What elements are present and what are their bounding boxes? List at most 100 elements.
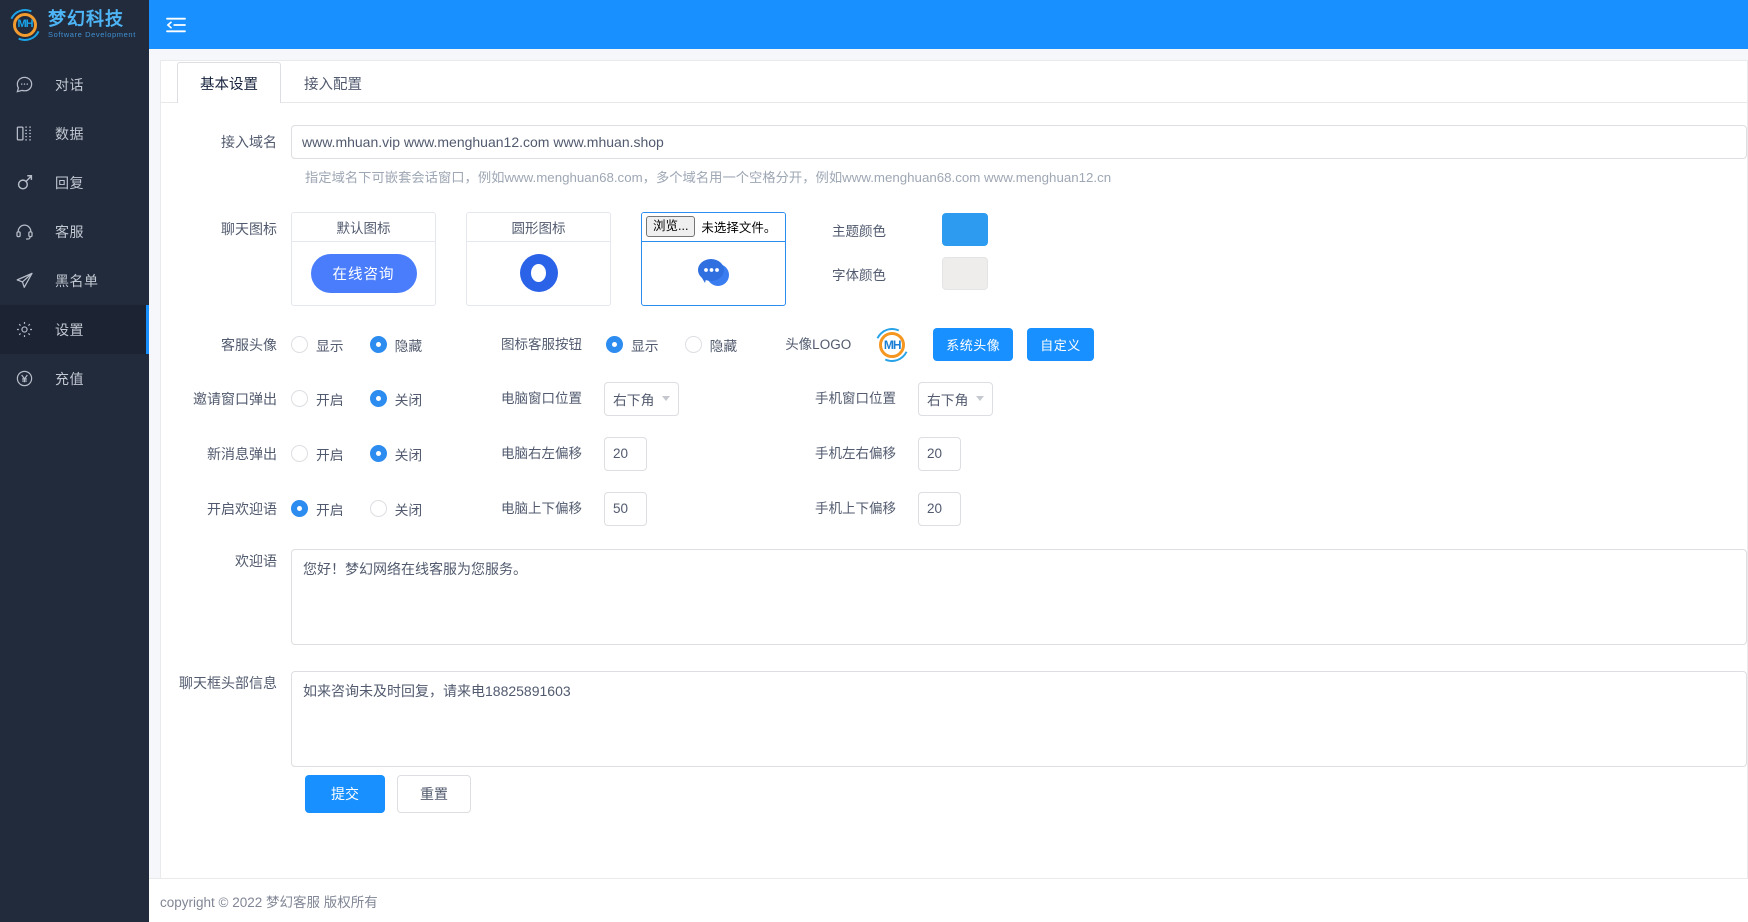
sidebar-item-settings[interactable]: 设置: [0, 305, 149, 354]
mobile-y-offset-input[interactable]: 20: [918, 491, 961, 526]
main-area: 基本设置 接入配置 接入域名 www.mhuan.vip www.menghua…: [149, 0, 1748, 922]
tab-bar: 基本设置 接入配置: [161, 61, 1747, 103]
new-msg-radio-group: 开启 关闭: [291, 444, 491, 464]
welcome-text-label: 欢迎语: [235, 552, 277, 569]
reply-icon: [14, 173, 34, 193]
mobile-window-pos-label: 手机窗口位置: [815, 390, 896, 406]
brand-logo[interactable]: MH 梦幻科技 Software Development: [0, 0, 149, 49]
domain-label: 接入域名: [221, 134, 277, 150]
radio-circle-icon: [291, 500, 308, 518]
sidebar-item-data[interactable]: 数据: [0, 109, 149, 158]
welcome-text-textarea[interactable]: 您好！梦幻网络在线客服为您服务。: [291, 548, 1747, 645]
sidebar-item-label: 设置: [55, 321, 84, 338]
mobile-x-offset-group: 手机左右偏移 20: [815, 436, 961, 471]
avatar-radio-show[interactable]: 显示: [291, 335, 344, 355]
send-icon: [14, 271, 34, 291]
chat-icon: [14, 75, 34, 95]
settings-panel: 基本设置 接入配置 接入域名 www.mhuan.vip www.menghua…: [160, 60, 1748, 922]
domain-input[interactable]: www.mhuan.vip www.menghuan12.com www.mhu…: [291, 125, 1747, 159]
chat-header-text-textarea[interactable]: 如来咨询未及时回复，请来电18825891603: [291, 670, 1747, 767]
brand-mark-text: MH: [17, 18, 33, 30]
tab-basic-settings[interactable]: 基本设置: [177, 62, 281, 103]
headset-icon: [14, 222, 34, 242]
sidebar-item-recharge[interactable]: 充值: [0, 354, 149, 403]
form-row-new-msg-popup: 新消息弹出 开启 关闭 电脑右左偏移 20 手机左右偏移 20: [161, 436, 1747, 471]
collapse-menu-icon[interactable]: [165, 16, 187, 34]
reset-button[interactable]: 重置: [397, 774, 471, 813]
mobile-window-pos-select[interactable]: 右下角: [918, 381, 993, 416]
chat-icon-card-custom[interactable]: 浏览... 未选择文件。: [641, 211, 786, 306]
chevron-down-icon: [976, 396, 984, 402]
radio-circle-icon: [684, 336, 702, 354]
form-row-chat-header-text: 聊天框头部信息 如来咨询未及时回复，请来电18825891603: [161, 670, 1747, 767]
sidebar-item-blacklist[interactable]: 黑名单: [0, 256, 149, 305]
avatar-logo-group: 头像LOGO MH 系统头像 自定义: [785, 323, 1094, 367]
radio-circle-icon: [369, 445, 387, 463]
welcome-enable-label: 开启欢迎语: [207, 500, 277, 517]
sidebar-item-label: 数据: [55, 125, 84, 142]
tab-access-config[interactable]: 接入配置: [281, 62, 385, 103]
custom-avatar-button[interactable]: 自定义: [1027, 328, 1094, 362]
brand-name-en: Software Development: [48, 30, 136, 40]
icon-service-radio-show[interactable]: 显示: [606, 335, 659, 355]
chat-icon-card-title: 圆形图标: [467, 213, 610, 242]
avatar-label: 客服头像: [221, 336, 277, 353]
system-avatar-button[interactable]: 系统头像: [933, 328, 1014, 362]
mobile-x-offset-input[interactable]: 20: [918, 436, 961, 471]
radio-label: 显示: [631, 338, 659, 354]
pc-x-offset-input[interactable]: 20: [604, 436, 647, 471]
chat-icon-card-preview: [467, 242, 610, 305]
new-msg-radio-on[interactable]: 开启: [291, 444, 344, 464]
pc-x-offset-label: 电脑右左偏移: [501, 445, 582, 461]
sidebar-item-service[interactable]: 客服: [0, 207, 149, 256]
sidebar-item-chat[interactable]: 对话: [0, 60, 149, 109]
theme-color-row: 主题颜色: [832, 208, 988, 252]
pc-y-offset-label: 电脑上下偏移: [501, 500, 582, 516]
chat-icon-card-default[interactable]: 默认图标 在线咨询: [291, 211, 436, 306]
theme-color-swatch[interactable]: [942, 213, 988, 247]
invite-radio-on[interactable]: 开启: [291, 389, 344, 409]
pc-x-offset-group: 电脑右左偏移 20: [501, 436, 647, 471]
browse-button[interactable]: 浏览...: [646, 216, 696, 238]
welcome-radio-off[interactable]: 关闭: [369, 499, 423, 519]
radio-label: 关闭: [394, 447, 423, 463]
pc-y-offset-input[interactable]: 50: [604, 491, 647, 526]
new-msg-radio-off[interactable]: 关闭: [369, 444, 423, 464]
avatar-logo-image: MH: [870, 323, 914, 367]
theme-color-label: 主题颜色: [832, 223, 886, 239]
font-color-label: 字体颜色: [832, 267, 886, 283]
font-color-swatch[interactable]: [942, 257, 988, 291]
radio-label: 关闭: [394, 502, 423, 518]
welcome-radio-on[interactable]: 开启: [291, 499, 344, 519]
new-msg-popup-label: 新消息弹出: [207, 445, 277, 462]
chat-icon-card-round[interactable]: 圆形图标: [466, 211, 611, 306]
avatar-radio-hide[interactable]: 隐藏: [369, 335, 423, 355]
radio-circle-icon: [291, 445, 308, 463]
form-actions: 提交 重置: [305, 767, 1747, 813]
pc-window-pos-select[interactable]: 右下角: [604, 381, 679, 416]
settings-form: 接入域名 www.mhuan.vip www.menghuan12.com ww…: [161, 103, 1747, 813]
pc-window-pos-group: 电脑窗口位置 右下角: [501, 381, 679, 416]
invite-popup-radio-group: 开启 关闭: [291, 389, 491, 409]
content-wrapper: 基本设置 接入配置 接入域名 www.mhuan.vip www.menghua…: [149, 49, 1748, 922]
radio-label: 隐藏: [394, 338, 423, 354]
sidebar-item-reply[interactable]: 回复: [0, 158, 149, 207]
radio-circle-icon: [291, 336, 308, 354]
pc-window-pos-value: 右下角: [613, 392, 655, 408]
footer: copyright © 2022 梦幻客服 版权所有: [149, 878, 1748, 922]
icon-service-button-group: 图标客服按钮 显示 隐藏: [501, 328, 737, 362]
submit-button[interactable]: 提交: [305, 774, 385, 813]
tab-label: 基本设置: [200, 76, 258, 93]
icon-service-radio-hide[interactable]: 隐藏: [684, 335, 737, 355]
icon-service-button-label: 图标客服按钮: [501, 336, 582, 352]
yuan-icon: [14, 369, 34, 389]
data-icon: [14, 124, 34, 144]
chat-header-text-label: 聊天框头部信息: [179, 674, 277, 691]
mobile-y-offset-group: 手机上下偏移 20: [815, 491, 961, 526]
domain-hint: 指定域名下可嵌套会话窗口，例如www.menghuan68.com，多个域名用一…: [305, 170, 1112, 185]
sidebar-item-label: 回复: [55, 174, 84, 191]
radio-label: 开启: [316, 502, 344, 518]
invite-radio-off[interactable]: 关闭: [369, 389, 422, 409]
radio-label: 开启: [316, 392, 344, 408]
round-bubble-icon: [519, 254, 558, 293]
